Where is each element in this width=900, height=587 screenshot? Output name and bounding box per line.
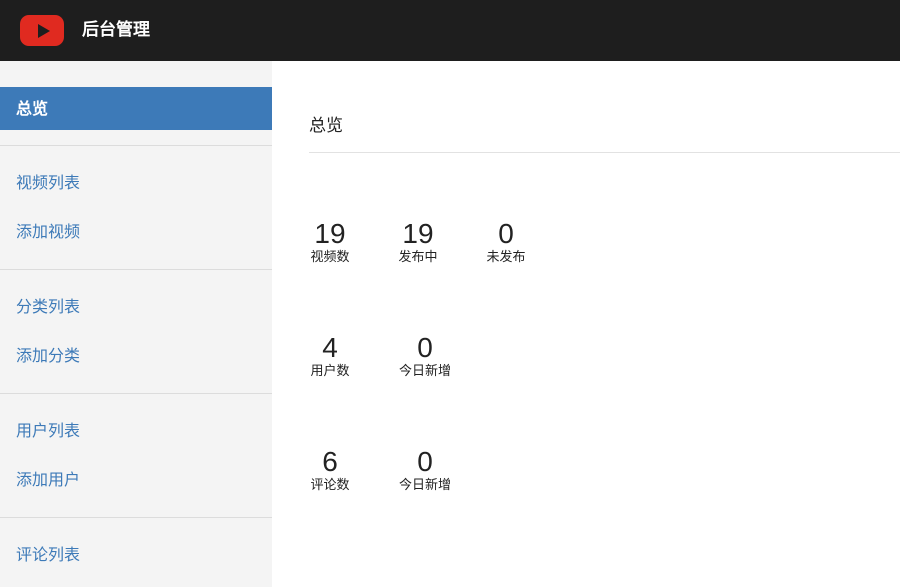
stat-value: 0 [417, 446, 433, 477]
top-bar: 后台管理 [0, 0, 900, 61]
stat-label: 今日新增 [398, 364, 451, 379]
app-title: 后台管理 [82, 20, 150, 40]
stat-label: 用户数 [310, 364, 350, 379]
stat-video-count: 19 视频数 [300, 219, 360, 266]
sidebar-item-add-user[interactable]: 添加用户 [16, 469, 80, 491]
play-triangle-icon [37, 23, 50, 38]
stat-label: 未发布 [486, 250, 526, 265]
stat-label: 今日新增 [398, 478, 451, 493]
stat-unpublished: 0 未发布 [476, 219, 536, 266]
stat-published: 19 发布中 [388, 219, 448, 266]
stat-comments-today: 0 今日新增 [395, 447, 455, 494]
sidebar-divider [0, 145, 272, 146]
sidebar: 总览 视频列表 添加视频 分类列表 添加分类 用户列表 添加用户 评论列表 [0, 61, 272, 587]
sidebar-item-category-list[interactable]: 分类列表 [16, 296, 80, 318]
stat-label: 评论数 [310, 478, 350, 493]
main-content: 总览 19 视频数 19 发布中 0 未发布 4 用户数 0 今日新增 6 评论… [272, 61, 900, 587]
sidebar-item-user-list[interactable]: 用户列表 [16, 420, 80, 442]
sidebar-item-add-category[interactable]: 添加分类 [16, 345, 80, 367]
sidebar-divider [0, 393, 272, 394]
stat-value: 4 [322, 332, 338, 363]
sidebar-item-comment-list[interactable]: 评论列表 [16, 544, 80, 566]
stat-comment-count: 6 评论数 [300, 447, 360, 494]
stat-users-today: 0 今日新增 [395, 333, 455, 380]
stat-value: 0 [498, 218, 514, 249]
youtube-play-icon[interactable] [20, 15, 64, 46]
sidebar-item-add-video[interactable]: 添加视频 [16, 221, 80, 243]
sidebar-divider [0, 269, 272, 270]
stat-value: 19 [402, 218, 434, 249]
title-divider [309, 152, 900, 153]
sidebar-item-video-list[interactable]: 视频列表 [16, 172, 80, 194]
page-title: 总览 [309, 116, 343, 136]
stat-label: 视频数 [310, 250, 350, 265]
stat-user-count: 4 用户数 [300, 333, 360, 380]
stat-value: 6 [322, 446, 338, 477]
sidebar-item-overview[interactable]: 总览 [0, 87, 272, 130]
sidebar-divider [0, 517, 272, 518]
stat-value: 0 [417, 332, 433, 363]
stat-label: 发布中 [398, 250, 438, 265]
stat-value: 19 [314, 218, 346, 249]
